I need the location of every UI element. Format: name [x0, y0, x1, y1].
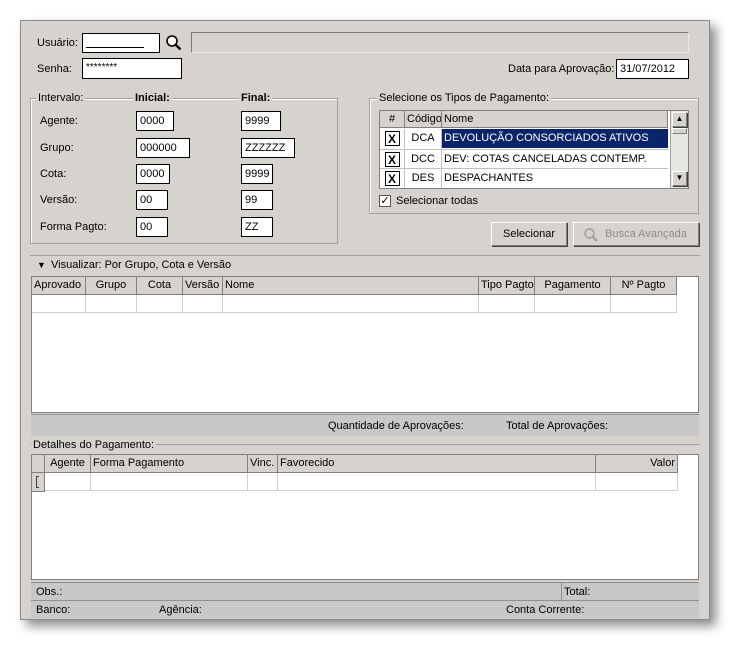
- payment-type-checkbox[interactable]: X: [384, 152, 400, 167]
- payment-form-initial-input[interactable]: 00: [136, 217, 168, 237]
- payment-types-title: Selecione os Tipos de Pagamento:: [377, 92, 552, 105]
- final-header: Final:: [239, 92, 273, 105]
- details-total-label: Total:: [564, 586, 591, 598]
- collapse-arrow-icon[interactable]: ▼: [37, 260, 46, 270]
- payment-type-code: DCA: [405, 129, 442, 148]
- advanced-search-icon: [583, 227, 599, 243]
- col-agent[interactable]: Agente: [45, 455, 91, 473]
- payment-form-label: Forma Pagto:: [40, 221, 107, 233]
- quota-label: Cota:: [40, 168, 67, 180]
- payment-type-row[interactable]: X DCC DEV: COTAS CANCELADAS CONTEMP.: [380, 149, 668, 169]
- select-all-checkbox[interactable]: ✓: [379, 195, 391, 207]
- col-version[interactable]: Versão: [183, 277, 223, 295]
- version-label: Versão:: [40, 194, 78, 206]
- search-icon[interactable]: [164, 34, 184, 52]
- version-initial-input[interactable]: 00: [136, 190, 168, 210]
- view-mode-label[interactable]: Visualizar: Por Grupo, Cota e Versão: [51, 259, 231, 272]
- payment-details-grid: Agente Forma Pagamento Vinc. Favorecido …: [31, 454, 699, 580]
- quota-initial-input[interactable]: 0000: [136, 164, 170, 184]
- quota-final-input[interactable]: 9999: [241, 164, 273, 184]
- agent-final-input[interactable]: 9999: [241, 111, 281, 131]
- col-payment-number[interactable]: Nº Pagto: [611, 277, 677, 295]
- group-initial-input[interactable]: 000000: [136, 138, 190, 158]
- col-link[interactable]: Vinc.: [248, 455, 278, 473]
- obs-label: Obs.:: [36, 586, 63, 598]
- payment-details-title: Detalhes do Pagamento:: [31, 439, 157, 452]
- col-code[interactable]: Código: [405, 111, 442, 128]
- approval-total-label: Total de Aprovações:: [506, 420, 609, 432]
- col-quota[interactable]: Cota: [137, 277, 183, 295]
- select-all-label[interactable]: Selecionar todas: [396, 195, 478, 208]
- user-input[interactable]: [82, 33, 160, 53]
- payment-type-code: DES: [405, 169, 442, 188]
- payment-type-row[interactable]: X DCA DEVOLUÇÃO CONSORCIADOS ATIVOS: [380, 129, 668, 148]
- approval-date-label: Data para Aprovação:: [508, 63, 615, 75]
- approvals-grid: Aprovado Grupo Cota Versão Nome Tipo Pag…: [31, 276, 699, 413]
- user-input-underline: [86, 47, 144, 48]
- table-row[interactable]: [32, 295, 677, 314]
- user-name-display: [191, 32, 689, 53]
- obs-bar: Obs.: Total:: [31, 582, 699, 600]
- scroll-thumb[interactable]: [672, 128, 687, 134]
- advanced-search-button[interactable]: Busca Avançada: [573, 222, 699, 246]
- payment-type-name: DESPACHANTES: [444, 172, 534, 184]
- user-label: Usuário:: [37, 37, 78, 49]
- payment-type-code: DCC: [405, 150, 442, 169]
- interval-title: Intervalo:: [36, 92, 86, 105]
- col-name[interactable]: Nome: [442, 111, 668, 128]
- bank-label: Banco:: [36, 604, 71, 616]
- col-beneficiary[interactable]: Favorecido: [278, 455, 596, 473]
- table-row[interactable]: [32, 473, 678, 492]
- col-group[interactable]: Grupo: [86, 277, 137, 295]
- password-input[interactable]: ********: [82, 58, 182, 79]
- approvals-divider: [30, 255, 700, 256]
- initial-header: Inicial:: [133, 92, 172, 105]
- col-approved[interactable]: Aprovado: [32, 277, 86, 295]
- agency-label: Agência:: [159, 604, 202, 616]
- group-label: Grupo:: [40, 142, 74, 154]
- col-check[interactable]: #: [380, 111, 405, 128]
- col-payment-type[interactable]: Tipo Pagto: [479, 277, 535, 295]
- col-value[interactable]: Valor: [596, 455, 678, 473]
- col-payment[interactable]: Pagamento: [535, 277, 611, 295]
- group-final-input[interactable]: ZZZZZZ: [241, 138, 295, 158]
- agent-label: Agente:: [40, 115, 78, 127]
- payment-type-checkbox[interactable]: X: [384, 131, 400, 146]
- approval-date-input[interactable]: 31/07/2012: [616, 59, 689, 79]
- approval-quantity-label: Quantidade de Aprovações:: [328, 420, 464, 432]
- agent-initial-input[interactable]: 0000: [136, 111, 174, 131]
- row-indicator: [32, 473, 45, 492]
- advanced-search-label: Busca Avançada: [605, 228, 687, 240]
- col-name[interactable]: Nome: [223, 277, 479, 295]
- payment-form-final-input[interactable]: ZZ: [241, 217, 273, 237]
- select-button[interactable]: Selecionar: [491, 222, 567, 246]
- row-indicator-header: [32, 455, 45, 473]
- scroll-up-icon[interactable]: ▲: [672, 112, 687, 127]
- account-label: Conta Corrente:: [506, 604, 585, 616]
- payment-types-scrollbar[interactable]: ▲ ▼: [670, 111, 688, 188]
- col-payment-form[interactable]: Forma Pagamento: [91, 455, 248, 473]
- scroll-down-icon[interactable]: ▼: [672, 171, 687, 186]
- payment-type-name: DEV: COTAS CANCELADAS CONTEMP.: [444, 153, 647, 165]
- version-final-input[interactable]: 99: [241, 190, 273, 210]
- password-label: Senha:: [37, 63, 72, 75]
- payment-types-grid: # Código Nome X DCA DEVOLUÇÃO CONSORCIAD…: [379, 110, 689, 189]
- payment-type-checkbox[interactable]: X: [384, 171, 400, 186]
- payment-type-row[interactable]: X DES DESPACHANTES: [380, 168, 668, 188]
- payment-type-name: DEVOLUÇÃO CONSORCIADOS ATIVOS: [442, 129, 668, 148]
- approvals-summary-bar: Quantidade de Aprovações: Total de Aprov…: [31, 414, 699, 436]
- bank-bar: Banco: Agência: Conta Corrente:: [31, 600, 699, 618]
